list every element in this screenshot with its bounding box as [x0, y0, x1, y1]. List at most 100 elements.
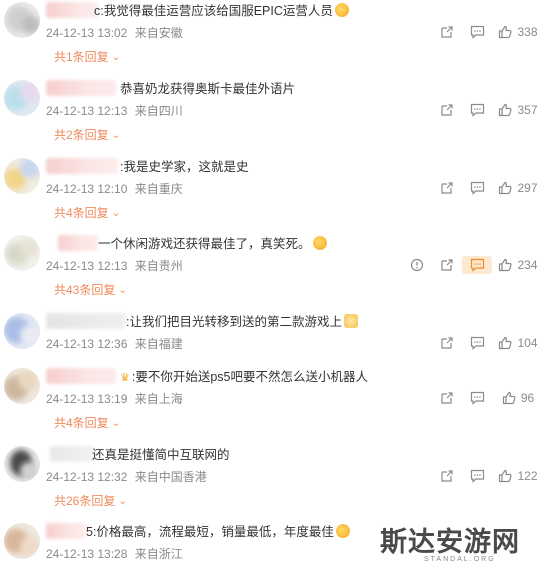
- like-button[interactable]: 357: [496, 103, 540, 117]
- thumbs-up-icon: [499, 469, 513, 483]
- timestamp: 24-12-13 13:02: [46, 26, 128, 40]
- avatar[interactable]: [4, 235, 40, 271]
- action-bar: 338: [432, 24, 540, 40]
- like-button[interactable]: 122: [496, 469, 540, 483]
- like-button[interactable]: 104: [496, 336, 540, 350]
- comment-icon[interactable]: [462, 23, 492, 41]
- chevron-down-icon: ⌄: [118, 285, 127, 296]
- thumbs-up-icon: [499, 258, 513, 272]
- watermark-logo-text: 斯达安游网: [380, 527, 520, 558]
- like-button[interactable]: 338: [496, 25, 540, 39]
- comment-meta: 24-12-13 12:32 来自中国香港: [46, 468, 207, 485]
- share-icon[interactable]: [432, 467, 462, 485]
- avatar[interactable]: [4, 2, 40, 38]
- thumbs-up-icon: [502, 391, 516, 405]
- like-button[interactable]: 96: [496, 391, 540, 405]
- laugh-emoji-icon: [334, 3, 349, 17]
- thumbs-up-icon: [499, 103, 513, 117]
- chevron-down-icon: ⌄: [111, 52, 121, 63]
- like-count: 234: [517, 258, 538, 272]
- like-count: 122: [517, 469, 538, 483]
- comment-text: 5:价格最高，流程最短，销量最低，年度最佳: [86, 524, 350, 540]
- cat-emoji-icon: [343, 314, 358, 328]
- location: 来自重庆: [134, 182, 183, 196]
- share-icon[interactable]: [432, 179, 462, 197]
- share-icon[interactable]: [432, 23, 462, 41]
- username-redacted[interactable]: [46, 523, 86, 539]
- location: 来自福建: [134, 337, 183, 351]
- like-count: 104: [517, 336, 538, 350]
- username-redacted[interactable]: [46, 158, 118, 174]
- comment-text: 恭喜奶龙获得奥斯卡最佳外语片: [120, 82, 296, 96]
- action-bar: 297: [432, 180, 540, 196]
- comment-meta: 24-12-13 12:13 来自贵州: [46, 257, 183, 274]
- location: 来自四川: [134, 104, 183, 118]
- timestamp: 24-12-13 12:10: [46, 182, 128, 196]
- comment-meta: 24-12-13 13:02 来自安徽: [46, 24, 183, 41]
- username-redacted[interactable]: [46, 313, 126, 329]
- avatar[interactable]: [4, 158, 40, 194]
- action-bar: 122: [432, 468, 540, 484]
- replies-link[interactable]: 共1条回复 ⌄: [54, 48, 120, 65]
- username-redacted[interactable]: [46, 80, 116, 96]
- location: 来自中国香港: [134, 470, 207, 484]
- location: 来自浙江: [134, 547, 183, 561]
- comment-icon[interactable]: [462, 467, 492, 485]
- timestamp: 24-12-13 12:13: [46, 259, 128, 273]
- comment-icon[interactable]: [462, 179, 492, 197]
- chevron-down-icon: ⌄: [111, 130, 121, 141]
- timestamp: 24-12-13 13:19: [46, 392, 128, 406]
- avatar[interactable]: [4, 80, 40, 116]
- comment-text: :让我们把目光转移到送的第二款游戏上: [126, 314, 358, 330]
- share-icon[interactable]: [432, 101, 462, 119]
- timestamp: 24-12-13 13:28: [46, 547, 128, 561]
- laugh-emoji-icon: [335, 524, 350, 538]
- share-icon[interactable]: [432, 389, 462, 407]
- replies-link[interactable]: 共4条回复 ⌄: [54, 204, 120, 221]
- avatar[interactable]: [4, 368, 40, 404]
- avatar[interactable]: [4, 313, 40, 349]
- comment-text: 一个休闲游戏还获得最佳了，真笑死。: [98, 236, 327, 252]
- avatar[interactable]: [4, 446, 40, 482]
- comment-text: c:我觉得最佳运营应该给国服EPIC运营人员: [94, 3, 349, 19]
- comment-icon[interactable]: [462, 101, 492, 119]
- username-redacted[interactable]: [46, 368, 116, 384]
- replies-link[interactable]: 共43条回复 ⌄: [54, 281, 127, 298]
- replies-link[interactable]: 共2条回复 ⌄: [54, 126, 120, 143]
- like-count: 357: [517, 103, 538, 117]
- location: 来自贵州: [134, 259, 183, 273]
- thumbs-up-icon: [499, 25, 513, 39]
- comment-icon[interactable]: [462, 389, 492, 407]
- chevron-down-icon: ⌄: [111, 208, 121, 219]
- chevron-down-icon: ⌄: [118, 496, 127, 507]
- location: 来自安徽: [134, 26, 183, 40]
- like-count: 338: [517, 25, 538, 39]
- username-redacted[interactable]: [46, 2, 98, 18]
- report-icon[interactable]: [402, 256, 432, 274]
- action-bar: 96: [432, 390, 540, 406]
- username-redacted[interactable]: [58, 235, 98, 251]
- replies-link[interactable]: 共26条回复 ⌄: [54, 492, 127, 509]
- thumbs-up-icon: [499, 336, 513, 350]
- like-button[interactable]: 234: [496, 258, 540, 272]
- comment-meta: 24-12-13 13:28 来自浙江: [46, 545, 183, 562]
- comment-meta: 24-12-13 13:19 来自上海: [46, 390, 183, 407]
- comment-icon[interactable]: [462, 334, 492, 352]
- action-bar: 104: [432, 335, 540, 351]
- comment-meta: 24-12-13 12:13 来自四川: [46, 102, 183, 119]
- username-redacted[interactable]: [50, 446, 94, 462]
- share-icon[interactable]: [432, 256, 462, 274]
- chevron-down-icon: ⌄: [111, 418, 121, 429]
- action-bar: 357: [432, 102, 540, 118]
- comment-icon[interactable]: [462, 256, 492, 274]
- like-button[interactable]: 297: [496, 181, 540, 195]
- replies-link[interactable]: 共4条回复 ⌄: [54, 414, 120, 431]
- comment-text: ♛:要不你开始送ps5吧要不然怎么送小机器人: [120, 370, 369, 384]
- timestamp: 24-12-13 12:13: [46, 104, 128, 118]
- share-icon[interactable]: [432, 334, 462, 352]
- crown-badge-icon: ♛: [120, 372, 130, 384]
- action-bar: 234: [402, 256, 540, 274]
- like-count: 297: [517, 181, 538, 195]
- avatar[interactable]: [4, 523, 40, 559]
- timestamp: 24-12-13 12:32: [46, 470, 128, 484]
